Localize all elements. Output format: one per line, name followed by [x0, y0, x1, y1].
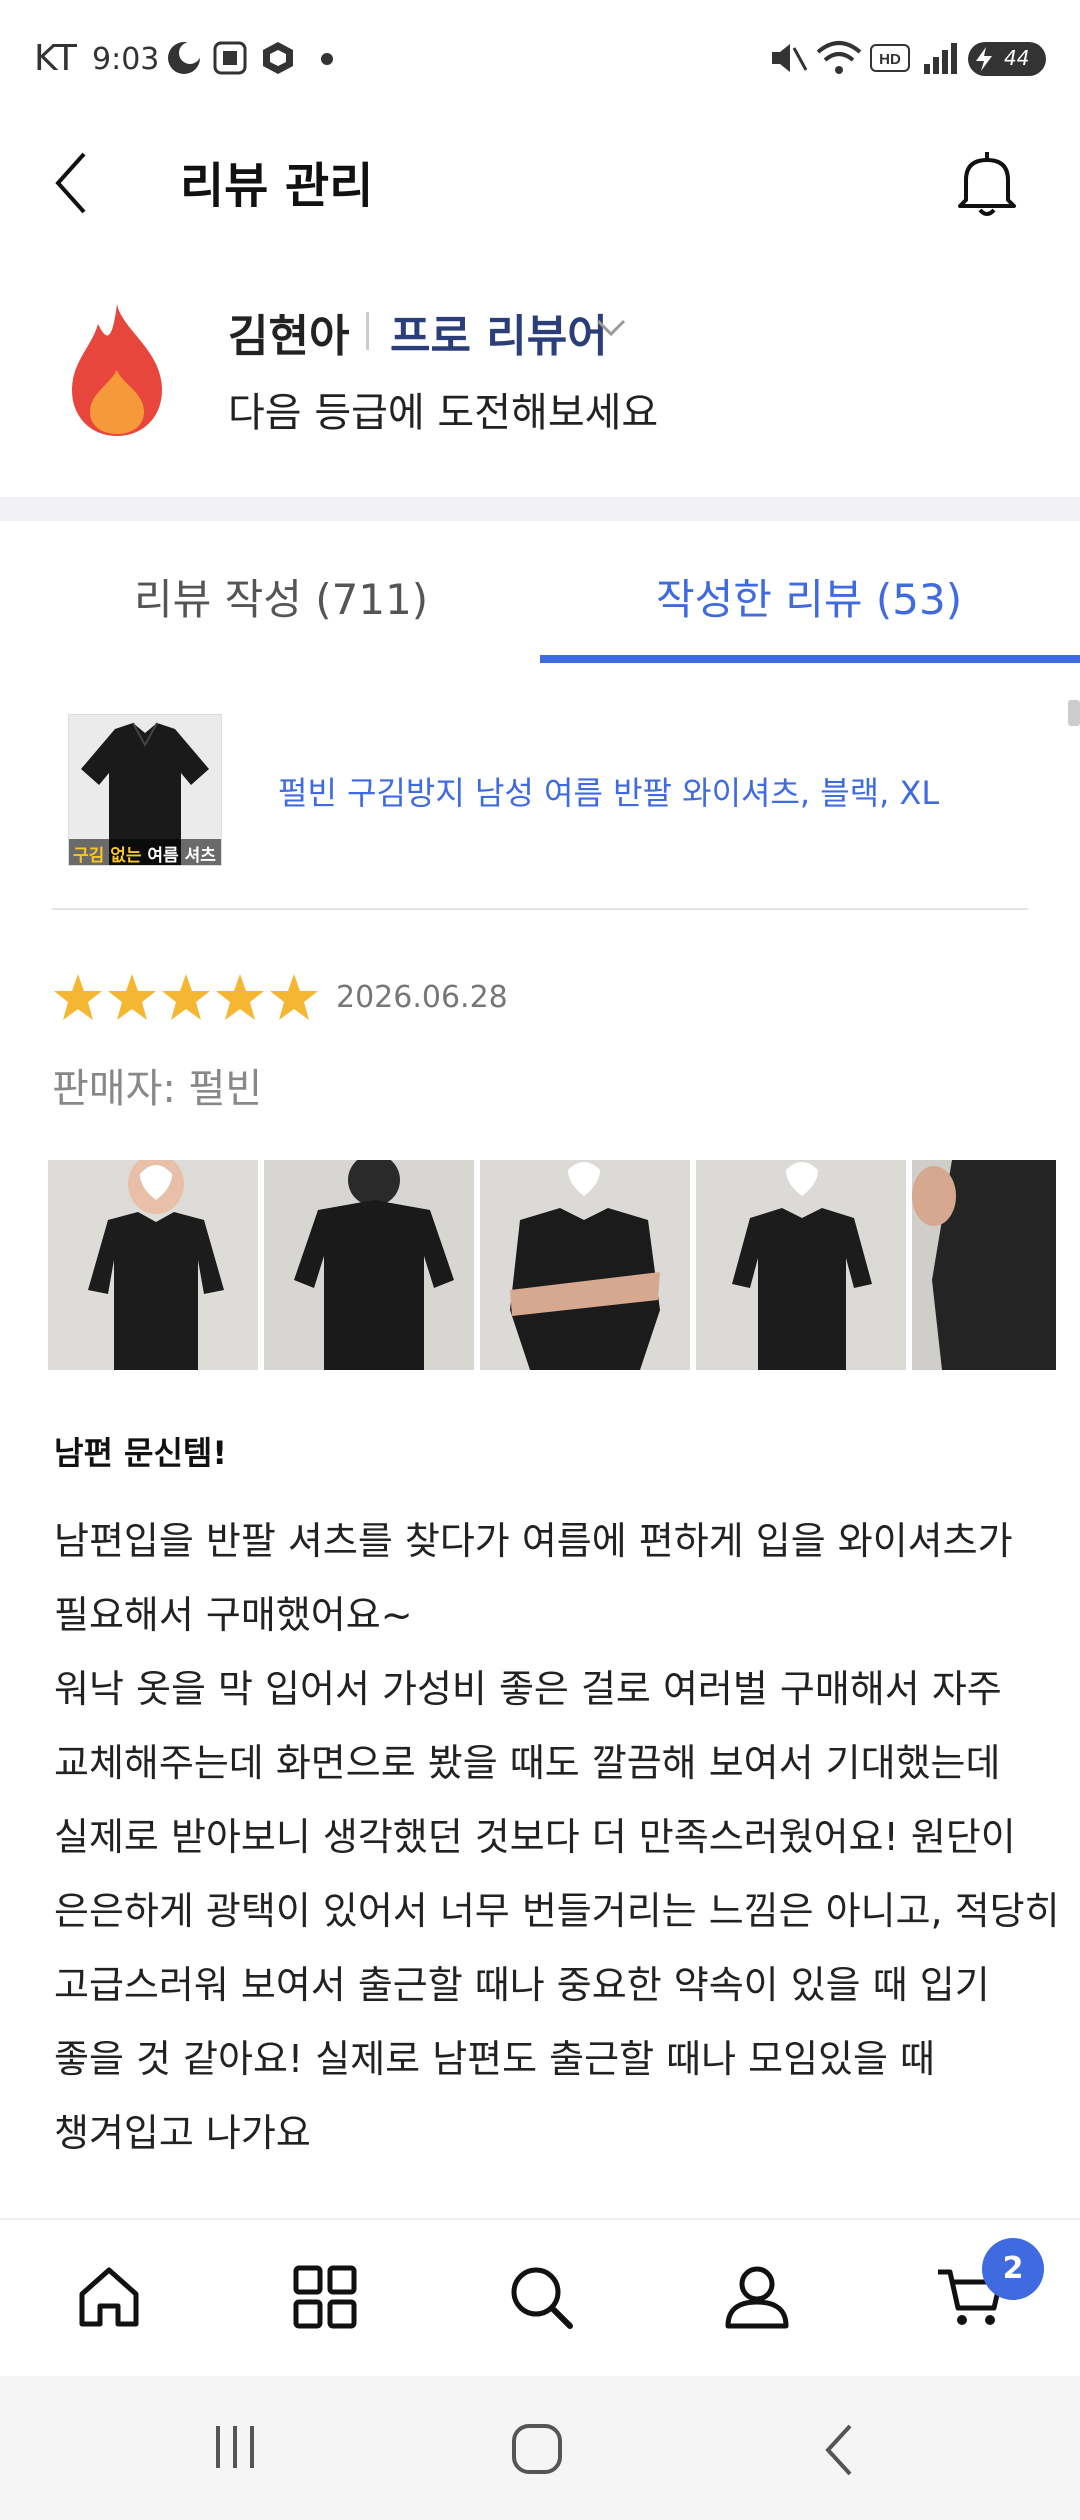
signal-icon: [924, 43, 957, 74]
grade-fire-icon: [72, 304, 162, 436]
category-icon[interactable]: [290, 2262, 360, 2332]
photo-image: [912, 1160, 1056, 1370]
bell-icon[interactable]: [952, 148, 1022, 218]
review-photo[interactable]: [480, 1160, 690, 1370]
review-line: 남편입을 반팔 셔츠를 찾다가 여름에 편하게 입을 와이셔츠가: [54, 1519, 1013, 1563]
hd-icon: HD: [870, 44, 910, 72]
review-line: 필요해서 구매했어요~: [54, 1593, 413, 1637]
review-photo[interactable]: [912, 1160, 1056, 1370]
moon-icon: [168, 42, 201, 74]
review-line: 고급스러워 보여서 출근할 때나 중요한 약속이 있을 때 입기: [54, 1963, 990, 2007]
review-photo[interactable]: [48, 1160, 258, 1370]
review-line: 좋을 것 같아요! 실제로 남편도 출근할 때나 모임있을 때: [54, 2037, 935, 2081]
tab-write-review[interactable]: 리뷰 작성 (711): [134, 566, 428, 627]
search-icon[interactable]: [506, 2262, 576, 2332]
section-divider: [0, 497, 1080, 521]
status-bar: KT 9:03 HD 44: [0, 0, 1080, 110]
review-photo[interactable]: [696, 1160, 906, 1370]
photo-image: [696, 1160, 906, 1370]
page-title: 리뷰 관리: [180, 158, 374, 214]
system-nav-bar: [0, 2376, 1080, 2520]
name-divider: [366, 312, 369, 350]
star-icon: [162, 974, 210, 1020]
cube-icon: [263, 42, 293, 74]
thumb-caption: 구김 없는 여름 셔츠: [73, 841, 216, 866]
thumb-caption-highlight: 구김 없는: [73, 846, 142, 866]
review-line: 교체해주는데 화면으로 봤을 때도 깔끔해 보여서 기대했는데: [54, 1741, 1001, 1785]
scrollbar[interactable]: [1068, 700, 1080, 726]
carrier-label: KT: [34, 38, 77, 79]
seller-label: 판매자: 펄빈: [52, 1066, 263, 1112]
thumb-caption-rest: 여름 셔츠: [141, 846, 216, 866]
notification-dot-icon: [321, 53, 333, 65]
recent-apps-icon[interactable]: [210, 2422, 260, 2472]
next-level-text: 다음 등급에 도전해보세요: [228, 390, 659, 436]
product-thumbnail[interactable]: 구김 없는 여름 셔츠: [68, 714, 222, 866]
system-back-icon[interactable]: [820, 2422, 860, 2478]
tab-written-reviews[interactable]: 작성한 리뷰 (53): [656, 566, 962, 627]
review-line: 워낙 옷을 막 입어서 가성비 좋은 걸로 여러벌 구매해서 자주: [54, 1667, 1002, 1711]
svg-text:HD: HD: [879, 51, 901, 68]
review-date: 2026.06.28: [336, 980, 508, 1015]
chevron-down-icon[interactable]: [595, 318, 627, 338]
profile-icon[interactable]: [722, 2262, 792, 2332]
star-icon: [54, 974, 102, 1020]
reviewer-grade[interactable]: 프로 리뷰어: [390, 300, 608, 364]
product-name-link[interactable]: 펄빈 구김방지 남성 여름 반팔 와이셔츠, 블랙, XL: [278, 768, 939, 814]
cart-count-badge: 2: [982, 2238, 1044, 2300]
star-icon: [108, 974, 156, 1020]
review-line: 은은하게 광택이 있어서 너무 번들거리는 느낌은 아니고, 적당히: [54, 1889, 1060, 1933]
home-icon[interactable]: [74, 2262, 144, 2332]
mute-icon: [772, 44, 808, 72]
photo-image: [480, 1160, 690, 1370]
photo-image: [48, 1160, 258, 1370]
divider-line: [52, 908, 1028, 910]
review-photo[interactable]: [264, 1160, 474, 1370]
photo-image: [264, 1160, 474, 1370]
clock: 9:03: [92, 42, 160, 77]
back-arrow-icon[interactable]: [48, 148, 98, 218]
battery-icon: 44: [968, 42, 1046, 76]
review-line: 실제로 받아보니 생각했던 것보다 더 만족스러웠어요! 원단이: [54, 1815, 1016, 1859]
screenshot-icon: [213, 41, 247, 75]
review-line: 챙겨입고 나가요: [54, 2111, 311, 2155]
star-icon: [270, 974, 318, 1020]
home-button-icon[interactable]: [510, 2422, 566, 2478]
battery-level: 44: [1004, 46, 1030, 70]
wifi-icon: [816, 41, 862, 74]
star-icon: [216, 974, 264, 1020]
review-body: 남편입을 반팔 셔츠를 찾다가 여름에 편하게 입을 와이셔츠가 필요해서 구매…: [54, 1504, 1060, 2170]
active-tab-indicator: [540, 655, 1080, 663]
review-title: 남편 문신템!: [54, 1434, 227, 1472]
user-name: 김현아: [228, 311, 350, 362]
